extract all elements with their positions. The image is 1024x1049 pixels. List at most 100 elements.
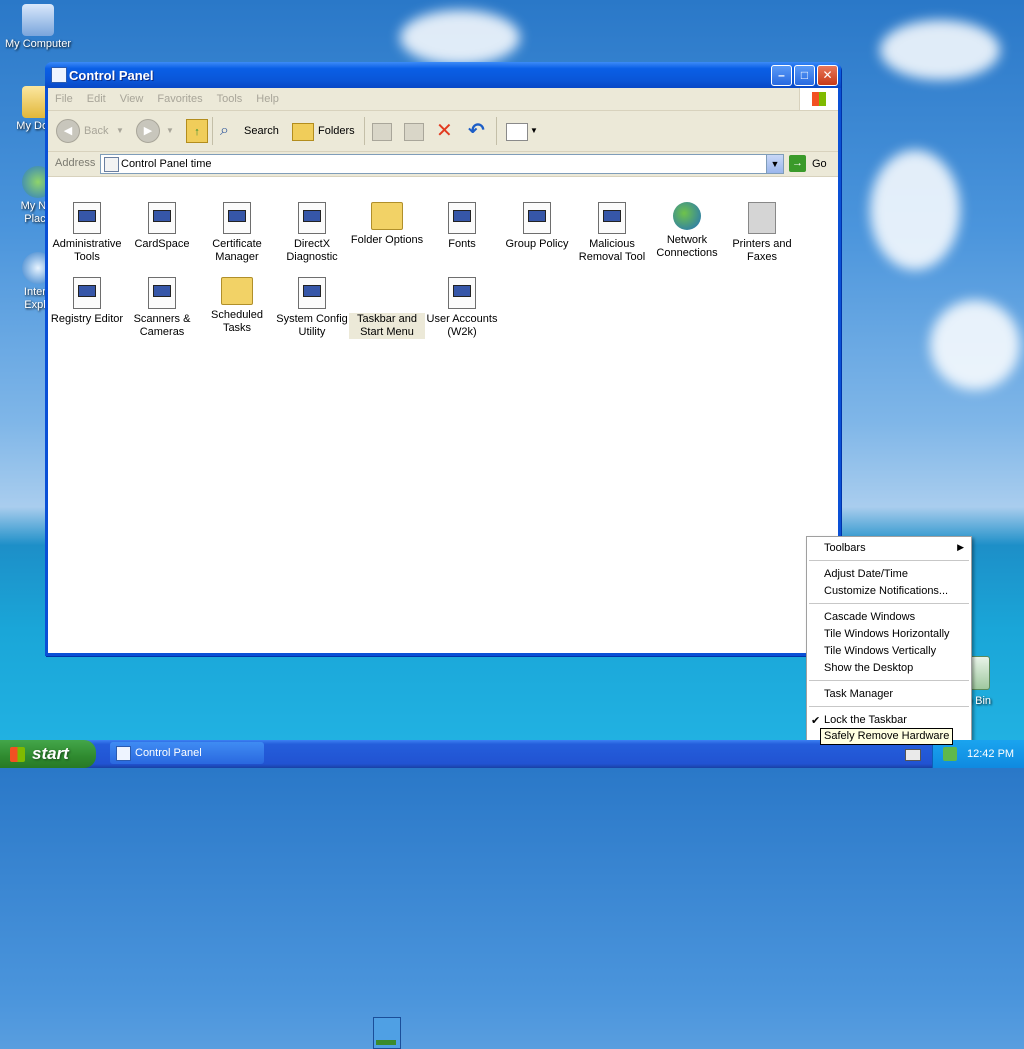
cp-item-scanners-cameras[interactable]: Scanners & Cameras (124, 277, 200, 339)
views-icon[interactable] (506, 123, 528, 141)
cp-item-network-connections[interactable]: Network Connections (649, 202, 725, 260)
menu-item-customize-notifications[interactable]: Customize Notifications... (824, 585, 948, 597)
folders-button[interactable]: Folders (318, 119, 355, 143)
menu-item-cascade-windows[interactable]: Cascade Windows (824, 611, 915, 623)
menu-item-toolbars[interactable]: Toolbars (824, 542, 866, 554)
up-folder-icon[interactable]: ↑ (186, 119, 208, 143)
toolbar-separator (212, 117, 213, 145)
back-dropdown-icon[interactable]: ▼ (116, 119, 124, 143)
go-label: Go (812, 158, 827, 170)
taskbar-context-menu: Toolbars ▶ Adjust Date/Time Customize No… (806, 536, 972, 742)
search-icon[interactable]: ⌕ (220, 119, 229, 143)
cp-item-taskbar-and-start-menu[interactable]: Taskbar and Start Menu (349, 277, 425, 1049)
item-label: Taskbar and (349, 313, 425, 326)
item-label: Printers and (732, 238, 792, 250)
menu-favorites[interactable]: Favorites (150, 88, 209, 110)
malicious-removal-tool-icon (598, 202, 626, 234)
menu-separator (809, 603, 969, 604)
cp-item-registry-editor[interactable]: Registry Editor (49, 277, 125, 326)
item-label: Diagnostic (286, 251, 338, 263)
item-label: Malicious (589, 238, 635, 250)
fonts-icon (448, 202, 476, 234)
item-label: Cameras (139, 326, 185, 338)
menu-edit[interactable]: Edit (80, 88, 113, 110)
item-label: (W2k) (447, 326, 477, 338)
minimize-button[interactable]: – (771, 65, 792, 86)
item-label: DirectX (293, 238, 331, 250)
toolbar-separator (496, 117, 497, 145)
item-label: Fonts (448, 238, 476, 250)
window-title: Control Panel (69, 68, 154, 83)
cp-item-user-accounts[interactable]: User Accounts (W2k) (424, 277, 500, 339)
folders-icon[interactable] (292, 123, 314, 141)
back-arrow-icon[interactable]: ◀ (56, 119, 80, 143)
item-label: Administrative (52, 238, 122, 250)
item-label: Certificate (212, 238, 262, 250)
control-panel-icon (51, 67, 67, 83)
maximize-button[interactable]: □ (794, 65, 815, 86)
item-label: Faxes (747, 251, 777, 263)
cp-item-administrative-tools[interactable]: Administrative Tools (49, 202, 125, 264)
taskbar-button-control-panel[interactable]: Control Panel (110, 742, 264, 764)
views-dropdown-icon[interactable]: ▼ (530, 119, 538, 143)
cp-item-folder-options[interactable]: Folder Options (349, 202, 425, 247)
desktop-icon-my-computer[interactable]: My Computer (2, 4, 74, 51)
menu-view[interactable]: View (113, 88, 151, 110)
cp-item-fonts[interactable]: Fonts (424, 202, 500, 251)
folder-options-icon (371, 202, 403, 230)
cp-item-group-policy[interactable]: Group Policy (499, 202, 575, 251)
menu-item-tile-vertically[interactable]: Tile Windows Vertically (824, 645, 936, 657)
cardspace-icon (148, 202, 176, 234)
address-dropdown-icon[interactable]: ▼ (766, 155, 783, 173)
forward-dropdown-icon[interactable]: ▼ (166, 119, 174, 143)
move-to-icon[interactable] (372, 123, 392, 141)
taskbar-button-label: Control Panel (135, 747, 202, 759)
menu-item-show-desktop[interactable]: Show the Desktop (824, 662, 913, 674)
item-label: Tasks (222, 322, 252, 334)
menu-item-tile-horizontally[interactable]: Tile Windows Horizontally (824, 628, 950, 640)
cp-item-scheduled-tasks[interactable]: Scheduled Tasks (199, 277, 275, 335)
delete-icon[interactable]: ✕ (436, 119, 453, 143)
item-label: System Config (276, 313, 348, 325)
address-input[interactable]: Control Panel time ▼ (100, 154, 784, 174)
safely-remove-hardware-icon[interactable] (943, 747, 957, 761)
desktop-icon-label: My Computer (4, 38, 72, 50)
undo-icon[interactable]: ↶ (468, 119, 485, 143)
item-label: Folder Options (350, 234, 424, 246)
close-button[interactable]: ✕ (817, 65, 838, 86)
search-button[interactable]: Search (244, 119, 279, 143)
cp-item-cardspace[interactable]: CardSpace (124, 202, 200, 251)
start-label: start (32, 744, 69, 763)
item-label: Connections (656, 247, 718, 259)
keyboard-icon[interactable] (905, 749, 921, 761)
copy-to-icon[interactable] (404, 123, 424, 141)
taskbar-start-menu-icon (373, 1017, 401, 1049)
item-label: User Accounts (426, 313, 498, 325)
menu-item-lock-taskbar[interactable]: Lock the Taskbar (824, 714, 907, 726)
item-label: Group Policy (505, 238, 569, 250)
item-label: Scheduled (211, 309, 263, 321)
windows-logo-icon (799, 88, 838, 110)
cp-item-malicious-removal-tool[interactable]: Malicious Removal Tool (574, 202, 650, 264)
forward-arrow-icon[interactable]: ▶ (136, 119, 160, 143)
back-button[interactable]: Back (84, 119, 108, 143)
menu-help[interactable]: Help (249, 88, 286, 110)
menu-item-task-manager[interactable]: Task Manager (824, 688, 893, 700)
control-panel-icon (104, 157, 119, 172)
cp-item-certificate-manager[interactable]: Certificate Manager (199, 202, 275, 264)
menu-file[interactable]: File (48, 88, 80, 110)
certificate-manager-icon (223, 202, 251, 234)
title-bar[interactable]: Control Panel – □ ✕ (45, 62, 841, 88)
administrative-tools-icon (73, 202, 101, 234)
menu-item-adjust-date-time[interactable]: Adjust Date/Time (824, 568, 908, 580)
cp-item-directx-diagnostic[interactable]: DirectX Diagnostic (274, 202, 350, 264)
cp-item-printers-and-faxes[interactable]: Printers and Faxes (724, 202, 800, 264)
clock[interactable]: 12:42 PM (967, 748, 1014, 760)
item-label: Removal Tool (578, 251, 646, 263)
menu-bar: File Edit View Favorites Tools Help (48, 88, 838, 111)
start-button[interactable]: start (0, 740, 96, 768)
group-policy-icon (523, 202, 551, 234)
cloud (400, 10, 520, 65)
menu-tools[interactable]: Tools (210, 88, 250, 110)
cp-item-system-config-utility[interactable]: System Config Utility (274, 277, 350, 339)
